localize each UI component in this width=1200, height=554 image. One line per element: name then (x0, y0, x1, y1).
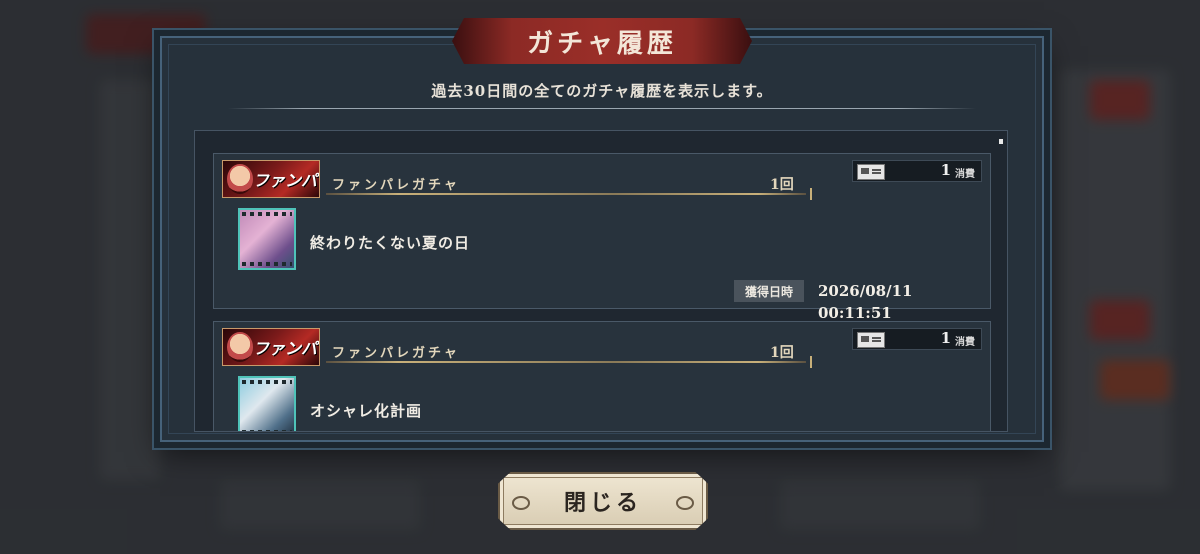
gacha-name: ファンパレガチャ (332, 346, 460, 361)
close-button-label: 閉じる (563, 490, 642, 516)
cost-badge: 1 消費 (852, 328, 982, 350)
title-banner: ガチャ履歴 (452, 18, 752, 64)
ornament-icon (676, 496, 694, 510)
banner-logo-text: ファンパレ (253, 339, 318, 365)
divider (326, 188, 812, 200)
history-list[interactable]: ファンパレ ファンパレガチャ 1回 1 消費 終わりたくない夏の日 獲得日時 2… (194, 130, 1008, 432)
dialog-title: ガチャ履歴 (527, 28, 677, 59)
card-name: 終わりたくない夏の日 (310, 234, 471, 252)
cost-unit: 消費 (955, 337, 975, 348)
gacha-name: ファンパレガチャ (332, 178, 460, 193)
ticket-icon (857, 332, 885, 348)
history-entry: ファンパレ ファンパレガチャ 1回 1 消費 終わりたくない夏の日 獲得日時 2… (213, 153, 991, 322)
ornament-icon (512, 496, 530, 510)
divider (326, 356, 812, 368)
cost-amount: 1 (940, 329, 951, 347)
gacha-history-dialog: ガチャ履歴 過去30日間の全てのガチャ履歴を表示します。 ファンパレ ファンパレ… (160, 18, 1044, 442)
dialog-subtitle: 過去30日間の全てのガチャ履歴を表示します。 (431, 82, 773, 100)
history-entry: ファンパレ ファンパレガチャ 1回 1 消費 オシャレ化計画 (213, 321, 991, 431)
divider (228, 108, 976, 109)
ticket-icon (857, 164, 885, 180)
card-thumbnail[interactable] (238, 208, 296, 270)
pull-count: 1回 (770, 345, 794, 361)
card-name: オシャレ化計画 (310, 402, 423, 420)
pull-count: 1回 (770, 177, 794, 193)
gacha-banner-image: ファンパレ (222, 328, 320, 366)
character-portrait (227, 164, 253, 194)
cost-amount: 1 (940, 161, 951, 179)
close-button[interactable]: 閉じる (498, 472, 708, 530)
cost-unit: 消費 (955, 169, 975, 180)
character-portrait (227, 332, 253, 362)
scrollbar[interactable] (999, 139, 1003, 429)
banner-logo-text: ファンパレ (253, 171, 318, 197)
acquired-datetime: 2026/08/11 00:11:51 (818, 282, 913, 322)
acquired-label: 獲得日時 (734, 280, 804, 302)
card-thumbnail[interactable] (238, 376, 296, 431)
scroll-thumb[interactable] (999, 139, 1003, 144)
cost-badge: 1 消費 (852, 160, 982, 182)
gacha-banner-image: ファンパレ (222, 160, 320, 198)
